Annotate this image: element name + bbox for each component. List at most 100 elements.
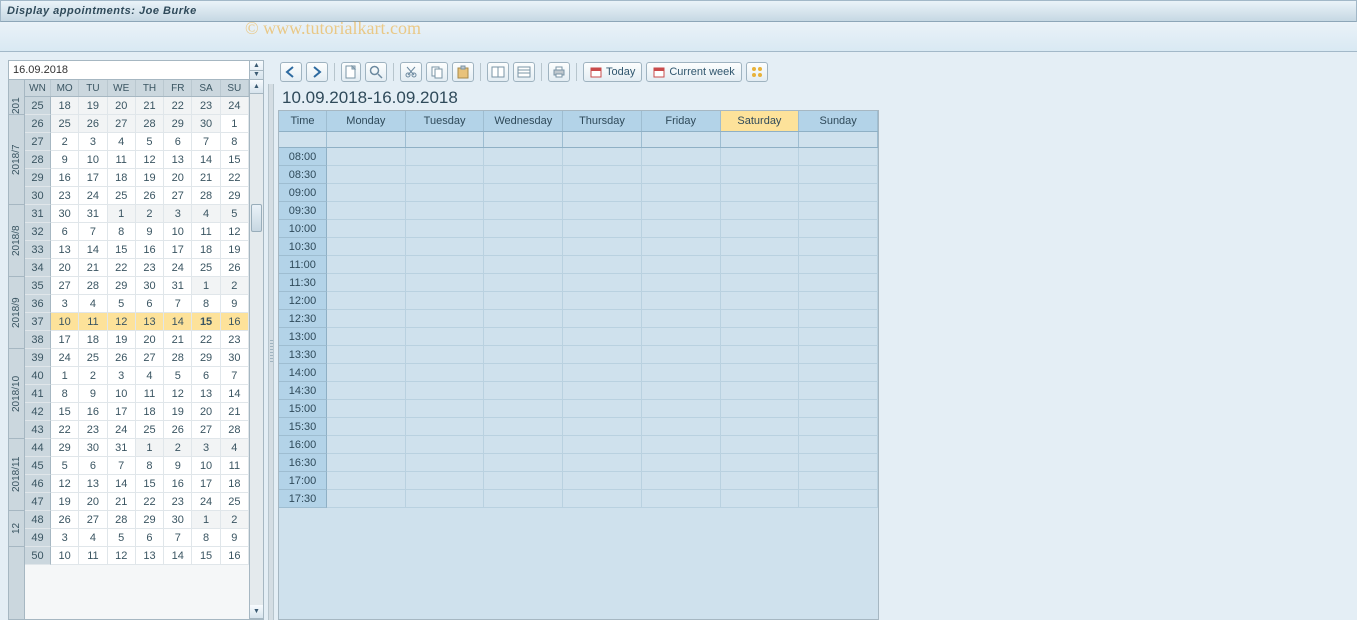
allday-cell[interactable] xyxy=(327,132,406,147)
day-cell[interactable]: 27 xyxy=(164,187,192,205)
day-cell[interactable]: 15 xyxy=(136,475,164,493)
day-cell[interactable]: 4 xyxy=(79,295,107,313)
scroll-track[interactable] xyxy=(250,94,263,605)
time-slot[interactable] xyxy=(563,202,642,220)
time-slot[interactable] xyxy=(799,418,878,436)
time-slot[interactable] xyxy=(406,148,485,166)
time-slot[interactable] xyxy=(484,328,563,346)
time-slot[interactable] xyxy=(799,310,878,328)
day-cell[interactable]: 29 xyxy=(221,187,249,205)
time-slot[interactable] xyxy=(406,436,485,454)
day-cell[interactable]: 7 xyxy=(79,223,107,241)
time-slot[interactable] xyxy=(563,166,642,184)
day-cell[interactable]: 11 xyxy=(192,223,220,241)
day-cell[interactable]: 22 xyxy=(164,97,192,115)
day-cell[interactable]: 14 xyxy=(164,547,192,565)
day-cell[interactable]: 11 xyxy=(79,313,107,331)
copy-button[interactable] xyxy=(426,62,448,82)
day-cell[interactable]: 23 xyxy=(221,331,249,349)
day-cell[interactable]: 24 xyxy=(108,421,136,439)
day-cell[interactable]: 2 xyxy=(79,367,107,385)
time-slot[interactable] xyxy=(642,238,721,256)
time-slot[interactable] xyxy=(406,238,485,256)
time-slot[interactable] xyxy=(327,184,406,202)
week-row[interactable]: 442930311234 xyxy=(25,439,249,457)
date-input[interactable] xyxy=(9,61,249,79)
time-slot[interactable] xyxy=(642,166,721,184)
day-cell[interactable]: 20 xyxy=(164,169,192,187)
time-slot[interactable] xyxy=(799,346,878,364)
day-cell[interactable]: 21 xyxy=(192,169,220,187)
time-slot[interactable] xyxy=(642,274,721,292)
day-cell[interactable]: 15 xyxy=(51,403,79,421)
week-row[interactable]: 4719202122232425 xyxy=(25,493,249,511)
day-cell[interactable]: 25 xyxy=(51,115,79,133)
time-slot[interactable] xyxy=(406,274,485,292)
time-slot[interactable] xyxy=(563,184,642,202)
time-slot[interactable] xyxy=(406,328,485,346)
time-slot[interactable] xyxy=(799,436,878,454)
day-cell[interactable]: 19 xyxy=(51,493,79,511)
time-slot[interactable] xyxy=(799,364,878,382)
day-cell[interactable]: 4 xyxy=(79,529,107,547)
time-slot[interactable] xyxy=(484,346,563,364)
time-slot[interactable] xyxy=(406,220,485,238)
day-cell[interactable]: 19 xyxy=(108,331,136,349)
time-slot[interactable] xyxy=(563,400,642,418)
time-slot[interactable] xyxy=(406,418,485,436)
week-row[interactable]: 41891011121314 xyxy=(25,385,249,403)
time-slot[interactable] xyxy=(327,220,406,238)
week-row[interactable]: 262526272829301 xyxy=(25,115,249,133)
day-cell[interactable]: 25 xyxy=(221,493,249,511)
time-slot[interactable] xyxy=(484,256,563,274)
time-slot[interactable] xyxy=(484,472,563,490)
day-cell[interactable]: 30 xyxy=(136,277,164,295)
day-cell[interactable]: 28 xyxy=(136,115,164,133)
scroll-thumb[interactable] xyxy=(251,204,262,232)
day-cell[interactable]: 9 xyxy=(136,223,164,241)
day-cell[interactable]: 15 xyxy=(192,313,220,331)
time-slot[interactable] xyxy=(484,202,563,220)
week-row[interactable]: 48262728293012 xyxy=(25,511,249,529)
day-cell[interactable]: 27 xyxy=(51,277,79,295)
layout-list-button[interactable] xyxy=(513,62,535,82)
time-slot[interactable] xyxy=(721,220,800,238)
time-slot[interactable] xyxy=(484,418,563,436)
time-slot[interactable] xyxy=(484,166,563,184)
day-cell[interactable]: 12 xyxy=(221,223,249,241)
time-slot[interactable] xyxy=(563,364,642,382)
time-slot[interactable] xyxy=(642,490,721,508)
day-cell[interactable]: 4 xyxy=(108,133,136,151)
day-cell[interactable]: 20 xyxy=(79,493,107,511)
day-cell[interactable]: 5 xyxy=(136,133,164,151)
day-cell[interactable]: 30 xyxy=(164,511,192,529)
day-cell[interactable]: 23 xyxy=(136,259,164,277)
time-slot[interactable] xyxy=(406,166,485,184)
time-slot[interactable] xyxy=(484,382,563,400)
day-cell[interactable]: 13 xyxy=(79,475,107,493)
day-cell[interactable]: 9 xyxy=(164,457,192,475)
time-slot[interactable] xyxy=(406,256,485,274)
day-cell[interactable]: 10 xyxy=(51,547,79,565)
time-slot[interactable] xyxy=(327,472,406,490)
day-cell[interactable]: 17 xyxy=(164,241,192,259)
time-slot[interactable] xyxy=(406,310,485,328)
day-cell[interactable]: 3 xyxy=(164,205,192,223)
day-cell[interactable]: 1 xyxy=(192,511,220,529)
week-row[interactable]: 401234567 xyxy=(25,367,249,385)
week-row[interactable]: 5010111213141516 xyxy=(25,547,249,565)
layout-columns-button[interactable] xyxy=(487,62,509,82)
day-cell[interactable]: 19 xyxy=(221,241,249,259)
time-slot[interactable] xyxy=(406,490,485,508)
day-cell[interactable]: 7 xyxy=(164,529,192,547)
grid-button[interactable] xyxy=(746,62,768,82)
day-cell[interactable]: 8 xyxy=(221,133,249,151)
day-cell[interactable]: 13 xyxy=(136,313,164,331)
day-cell[interactable]: 28 xyxy=(164,349,192,367)
day-cell[interactable]: 25 xyxy=(108,187,136,205)
new-button[interactable] xyxy=(341,62,361,82)
day-cell[interactable]: 25 xyxy=(79,349,107,367)
current-week-button[interactable]: Current week xyxy=(646,62,741,82)
time-slot[interactable] xyxy=(484,364,563,382)
day-cell[interactable]: 26 xyxy=(51,511,79,529)
